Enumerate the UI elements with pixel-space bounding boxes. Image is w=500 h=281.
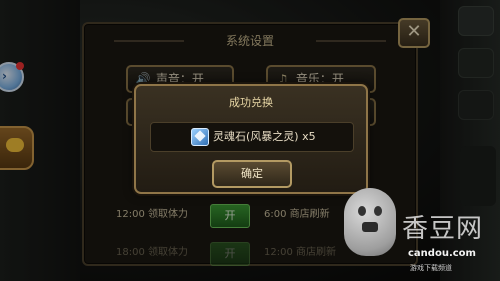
soul-stone-icon [191,128,209,146]
watermark-url: candou.com [408,248,476,259]
reward-box: 灵魂石(风暴之灵) x5 [150,122,354,152]
reward-text: 灵魂石(风暴之灵) x5 [213,130,316,143]
confirm-button[interactable]: 确定 [212,160,292,188]
exchange-success-dialog: 成功兑换 灵魂石(风暴之灵) x5 确定 [134,84,368,194]
watermark-mascot-icon [344,188,396,260]
dialog-title: 成功兑换 [229,96,273,109]
watermark-subtitle: 游戏下载频道 [410,264,452,272]
watermark-logo: 香豆网 [402,214,484,244]
